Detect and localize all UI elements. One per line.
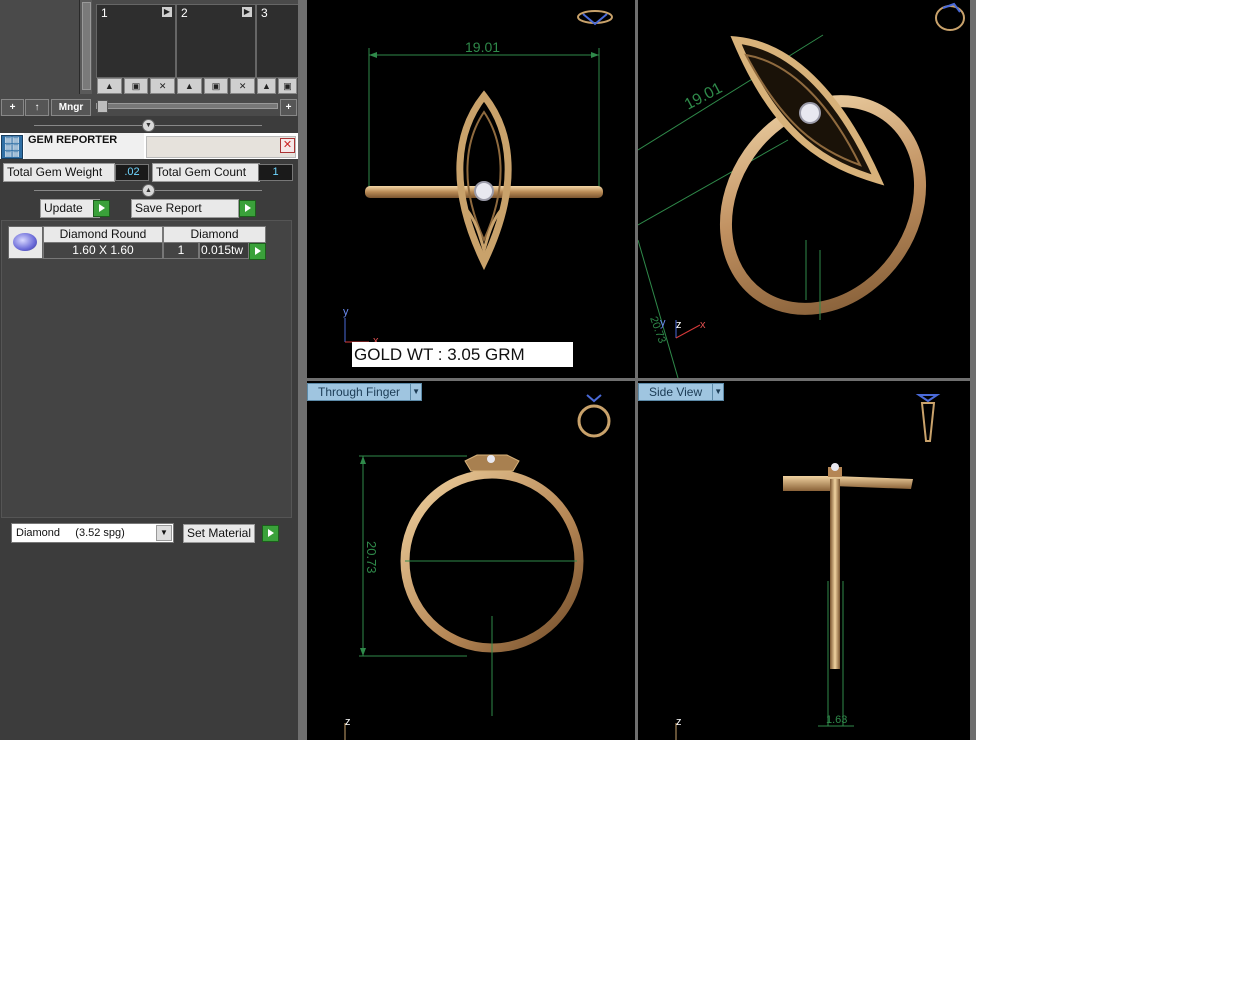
set-material-button[interactable]: Set Material <box>183 524 256 543</box>
app-window: 1 ▶ ▲ ▣ ✕ 2 ▶ ▲ ▣ ✕ 3 ▲ ▣ + ↑ Mngr + ▼ ▤… <box>0 0 976 740</box>
collapse-toggle-icon[interactable]: ▲ <box>142 184 155 197</box>
add-thumbnail-button[interactable]: + <box>280 99 297 116</box>
save-report-go-icon[interactable] <box>239 200 256 217</box>
thumbnail-slot-1[interactable]: 1 ▶ <box>96 4 176 78</box>
gem-material-header: Diamond <box>163 226 266 243</box>
thumb-delete-icon[interactable]: ✕ <box>150 78 176 94</box>
view-mode-dropdown[interactable]: Through Finger ▼ <box>307 383 423 401</box>
axis-y-label: y <box>343 306 349 318</box>
thumb-save-icon[interactable]: ▣ <box>123 78 149 94</box>
material-select-value: Diamond (3.52 spg) <box>16 527 125 539</box>
viewport-side-view[interactable]: 1.63 z Side View ▼ <box>638 381 970 740</box>
viewport-through-finger[interactable]: 20.73 z Through Finger ▼ <box>307 381 635 740</box>
viewport-perspective[interactable]: 19.01 20.73 y z x <box>638 0 970 378</box>
thumbnail-strip: 1 ▶ ▲ ▣ ✕ 2 ▶ ▲ ▣ ✕ 3 ▲ ▣ <box>0 0 300 98</box>
view-mode-label: Side View <box>649 385 703 399</box>
set-material-go-icon[interactable] <box>262 525 279 542</box>
material-select[interactable]: Diamond (3.52 spg) ▼ <box>11 523 174 543</box>
thumb-up-icon[interactable]: ▲ <box>177 78 202 94</box>
side-view-render: 1.63 z <box>675 394 941 740</box>
collapse-toggle-icon[interactable]: ▼ <box>142 119 155 132</box>
side-view-dimension: 1.63 <box>826 714 847 726</box>
axis-z-label: z <box>676 319 682 331</box>
round-diamond-icon <box>13 233 37 251</box>
manager-button[interactable]: Mngr <box>51 99 91 116</box>
thumbnail-slot-2[interactable]: 2 ▶ <box>176 4 256 78</box>
update-go-icon[interactable] <box>93 200 110 217</box>
gem-reporter-header: ▤▤ ▤▤ ▤▤ GEM REPORTER ✕ <box>0 133 298 159</box>
total-gem-weight-value: .02 <box>115 164 149 181</box>
thumbnail-toolbar: + ↑ Mngr + <box>0 98 298 116</box>
gold-weight-label: GOLD WT : 3.05 GRM <box>352 342 573 367</box>
header-filler <box>146 136 296 158</box>
axis-z-label: z <box>345 716 351 728</box>
gem-thumbnail[interactable] <box>8 226 43 259</box>
thumbnail-scrollbar[interactable] <box>79 0 92 94</box>
view-mode-label: Through Finger <box>318 385 401 399</box>
slider-knob[interactable] <box>97 100 108 113</box>
chevron-down-icon[interactable]: ▼ <box>156 525 172 541</box>
viewport-area: 19.01 y x GOLD WT : 3.05 GRM 19.01 20.73… <box>298 0 976 740</box>
scrollbar-knob[interactable] <box>82 2 91 90</box>
front-view-render: 19.01 y x <box>343 10 613 347</box>
add-button[interactable]: + <box>1 99 24 116</box>
thumbnail-slider[interactable] <box>96 100 278 113</box>
gem-row-go-icon[interactable] <box>249 243 266 260</box>
thumbnail-arrow-icon[interactable]: ▶ <box>242 7 252 17</box>
total-gem-count-label: Total Gem Count <box>152 163 260 182</box>
gem-shape-header: Diamond Round <box>43 226 163 243</box>
thumbnail-number: 3 <box>261 6 268 20</box>
thumb-save-icon[interactable]: ▣ <box>278 78 297 94</box>
perspective-view-render: 19.01 20.73 y z x <box>638 2 965 378</box>
thumbnail-number: 1 <box>101 6 108 20</box>
total-gem-count-value: 1 <box>258 164 293 181</box>
front-width-dimension: 19.01 <box>465 39 500 55</box>
left-panel: 1 ▶ ▲ ▣ ✕ 2 ▶ ▲ ▣ ✕ 3 ▲ ▣ + ↑ Mngr + ▼ ▤… <box>0 0 300 740</box>
close-icon[interactable]: ✕ <box>280 138 295 153</box>
thumbnail-3-buttons: ▲ ▣ <box>257 78 297 94</box>
view-mode-dropdown[interactable]: Side View ▼ <box>638 383 725 401</box>
gem-count-cell: 1 <box>163 242 199 259</box>
thumbnail-slot-3[interactable]: 3 <box>256 4 300 78</box>
thumbnail-1-buttons: ▲ ▣ ✕ <box>97 78 176 94</box>
thumb-up-icon[interactable]: ▲ <box>257 78 276 94</box>
viewport-top-front[interactable]: 19.01 y x GOLD WT : 3.05 GRM <box>307 0 635 378</box>
update-button[interactable]: Update <box>40 199 100 218</box>
axis-z-label: z <box>676 716 682 728</box>
through-finger-dimension: 20.73 <box>364 541 379 574</box>
chevron-down-icon[interactable]: ▼ <box>410 383 423 401</box>
total-gem-weight-label: Total Gem Weight <box>3 163 115 182</box>
thumb-up-icon[interactable]: ▲ <box>97 78 122 94</box>
gem-report-list <box>1 220 292 518</box>
thumbnail-2-buttons: ▲ ▣ ✕ <box>177 78 256 94</box>
thumbnail-number: 2 <box>181 6 188 20</box>
axis-x-label: x <box>700 319 706 331</box>
axis-y-label: y <box>660 317 666 329</box>
gem-reporter-icon: ▤▤ ▤▤ ▤▤ <box>1 135 23 159</box>
gem-size-cell: 1.60 X 1.60 <box>43 242 163 259</box>
chevron-down-icon[interactable]: ▼ <box>712 383 725 401</box>
gem-weight-cell: 0.015tw <box>199 242 249 259</box>
up-button[interactable]: ↑ <box>25 99 49 116</box>
through-finger-render: 20.73 z <box>344 394 611 740</box>
thumb-save-icon[interactable]: ▣ <box>203 78 229 94</box>
thumbnail-arrow-icon[interactable]: ▶ <box>162 7 172 17</box>
perspective-dimension: 19.01 <box>682 80 725 114</box>
panel-title: GEM REPORTER <box>28 134 118 146</box>
thumb-delete-icon[interactable]: ✕ <box>230 78 256 94</box>
save-report-button[interactable]: Save Report <box>131 199 239 218</box>
